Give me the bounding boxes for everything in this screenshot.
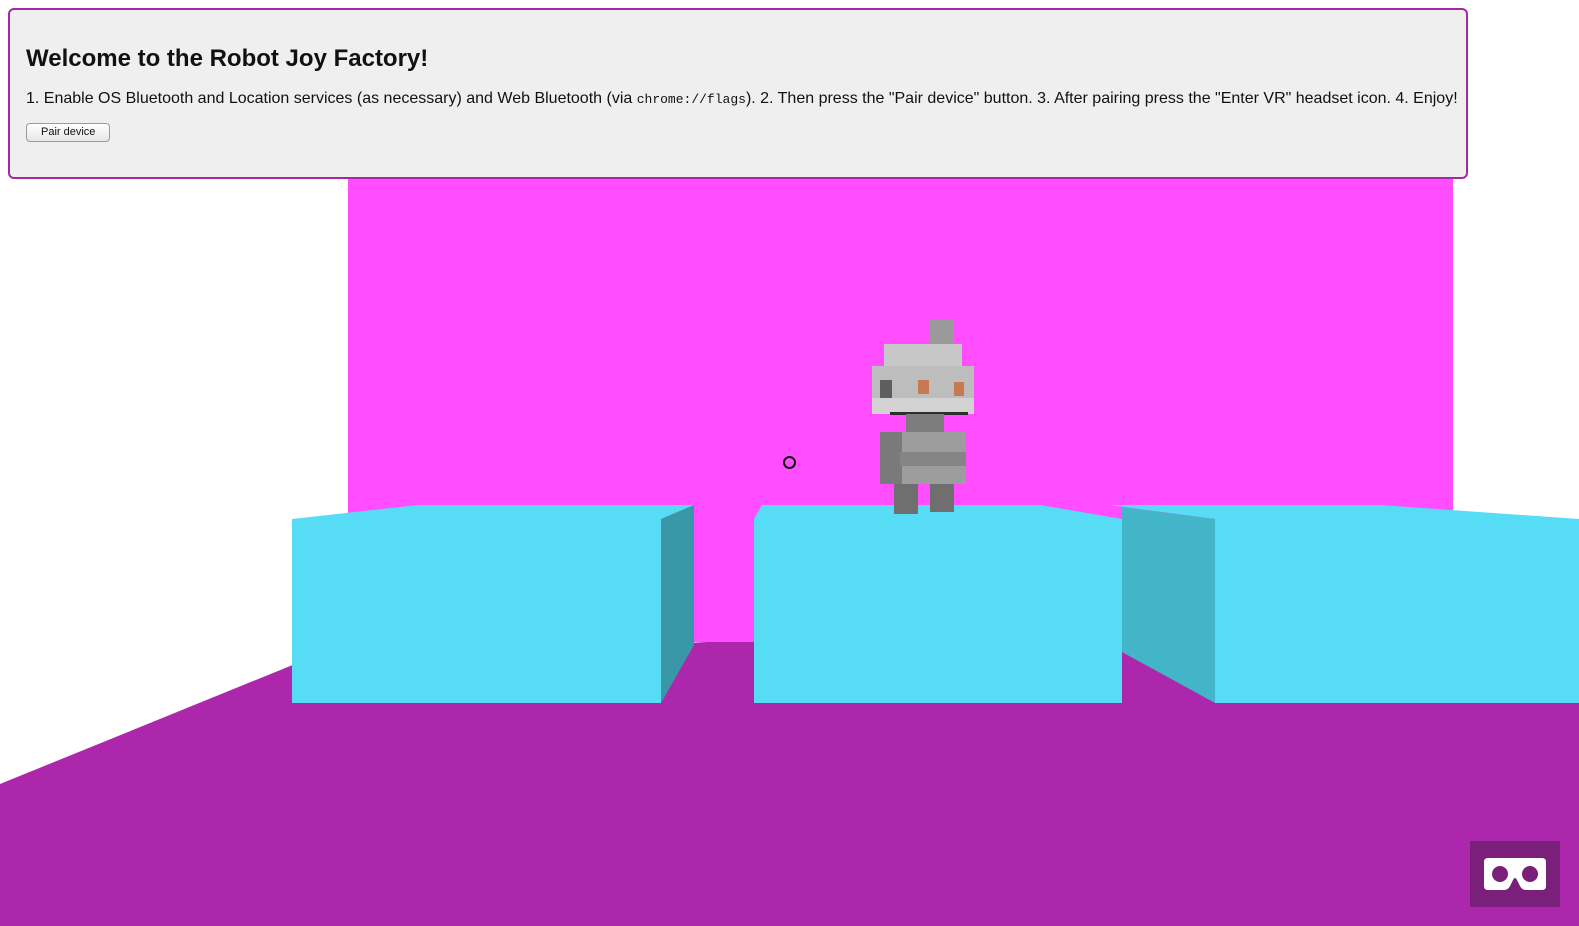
robot-ear-left	[880, 380, 892, 398]
info-panel: Welcome to the Robot Joy Factory! 1. Ena…	[8, 8, 1468, 179]
block-right-front	[1215, 519, 1579, 703]
chrome-flags-code: chrome://flags	[636, 92, 746, 107]
instructions-part-1: 1. Enable OS Bluetooth and Location serv…	[26, 90, 637, 107]
block-middle-front	[754, 519, 1122, 703]
enter-vr-button[interactable]	[1470, 841, 1560, 907]
page-title: Welcome to the Robot Joy Factory!	[26, 45, 429, 72]
instructions-text: 1. Enable OS Bluetooth and Location serv…	[26, 88, 1458, 111]
instructions-part-2: ). 2. Then press the "Pair device" butto…	[745, 90, 1458, 107]
robot-eye-right	[954, 382, 964, 396]
vr-headset-icon	[1484, 858, 1546, 890]
robot-leg-right	[930, 484, 954, 512]
robot-antenna	[930, 320, 954, 348]
robot-leg-left	[894, 484, 918, 514]
block-left-front	[292, 519, 661, 703]
robot-eye-left	[918, 380, 929, 394]
pair-device-button[interactable]: Pair device	[26, 123, 111, 142]
robot-neck	[906, 414, 944, 432]
gaze-cursor-reticle	[783, 456, 796, 469]
